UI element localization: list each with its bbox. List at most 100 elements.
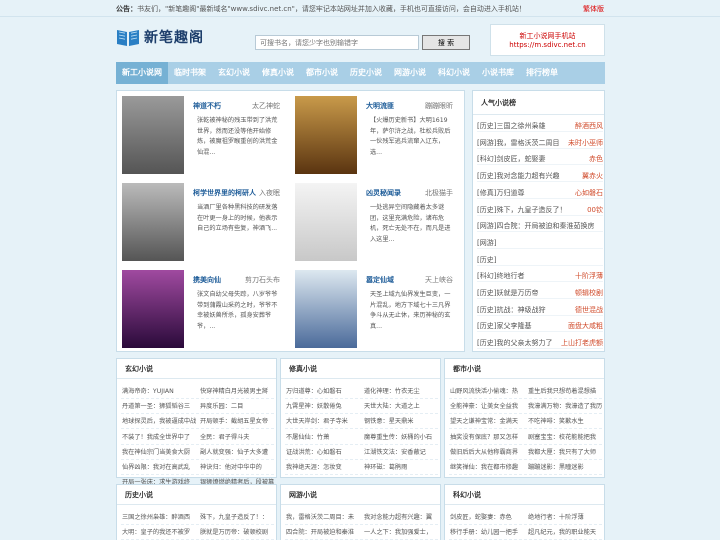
category-book-link[interactable]: 丹道第一圣：狮狐韬谷三 [122,401,198,410]
ranking-row[interactable]: [历史]抗战：神级战狩 德世混战 [477,302,603,316]
search-input[interactable] [255,35,419,50]
category-book-link[interactable]: 殊下，九皇子造反了！： [200,512,276,521]
category-book-link[interactable]: 大明：皇子的我还不被罗 [122,527,198,536]
book-cover[interactable] [122,183,184,261]
ranking-row[interactable]: [历史]家父李隆基 面盘大咸粗 [477,318,603,333]
ranking-row[interactable]: [历史] [477,252,603,266]
category-book-link[interactable]: 四合院：开局被迫和秦淮 [286,527,362,536]
book-cover[interactable] [295,270,357,348]
nav-ranking[interactable]: 排行榜单 [520,62,564,84]
ranking-book[interactable]: [网游]四合院：开局被迫和秦淮茹换房 [477,221,594,231]
ranking-book[interactable]: [历史]家父李隆基 [477,321,531,331]
featured-book[interactable]: 神道不朽 太乙神蛇 张乾被神秘的残玉带到了洪荒世界，然而还没等他开始修炼，被魔祖… [117,91,282,174]
category-book-link[interactable]: 副人就变强：仙子大多遭 [200,447,276,456]
book-title[interactable]: 柯学世界里的柯研人 [193,188,256,198]
ranking-book[interactable]: [历史]殊下，九皇子造反了！ [477,205,566,215]
nav-home[interactable]: 新工小说网 [116,62,168,84]
book-title[interactable]: 大明流匪 [366,101,394,111]
category-book-link[interactable]: 满海帝奇：YUJIAN [122,386,198,395]
ranking-book[interactable]: [历史]妖就是万历帝 [477,288,538,298]
ranking-book[interactable]: [修真]万归道尊 [477,188,524,198]
ranking-row[interactable]: [科幻]剑皮匠，蛇娶妻 赤色 [477,151,603,166]
ranking-row[interactable]: [网游]四合院：开局被迫和秦淮茹换房 [477,218,603,233]
book-title[interactable]: 嚣定仙域 [366,275,394,285]
featured-book[interactable]: 凶灵秘闻录 北极猫手 一处逃异空间隐藏着太多谜团，这里充满危险，诸布危机，死亡无… [290,178,455,261]
nav-bookshelf[interactable]: 临时书架 [168,62,212,84]
site-logo[interactable]: 新笔趣阁 [116,27,204,47]
ranking-book[interactable]: [历史] [477,255,496,265]
ranking-book-title[interactable]: 家父李隆基 [496,322,531,330]
category-book-link[interactable]: 我濠满万物：我濠造了我历 [528,401,604,410]
book-cover[interactable] [295,96,357,174]
mobile-site-box[interactable]: 新工小说网手机站 https://m.sdivc.net.cn [490,24,605,56]
ranking-row[interactable]: [修真]万归道尊 心如磐石 [477,185,603,199]
category-book-link[interactable]: 三国之徐州枭雄：醉酒西 [122,512,198,521]
category-book-link[interactable]: 魔尊重生传：妖桶的小石 [364,432,440,441]
category-book-link[interactable]: 不吃神啡：笑歉水生 [528,416,604,425]
ranking-book-title[interactable]: 终地行者 [496,272,524,280]
featured-book[interactable]: 大明流匪 蹦蹦眼昕 【火爆历史新书】大明1619年，萨尔浒之战，杜松兵败后一伙残… [290,91,455,174]
category-book-link[interactable]: 证战洪荒：心如磐石 [286,447,362,456]
category-book-link[interactable]: 重生后我只想苟着混想描 [528,386,604,395]
category-book-link[interactable]: 做旧后后大从他称霸商界 [450,447,526,456]
category-book-link[interactable]: 全民：君子得斗夫 [200,432,276,441]
nav-xuanhuan[interactable]: 玄幻小说 [212,62,256,84]
category-book-link[interactable]: 神诀归：他对中华中的 [200,462,276,471]
category-book-link[interactable]: 开局顿手：截胡五星女帝 [200,416,276,425]
category-book-link[interactable]: 仙界凶限：我对在高武乱 [122,462,198,471]
ranking-book[interactable]: [科幻]终地行者 [477,271,524,281]
category-book-link[interactable]: 绝地行者：十阶浮薄 [528,512,604,521]
ranking-row[interactable]: [历史]我的父亲太努力了 上山打老虎额 [477,335,603,350]
ranking-row[interactable]: [历史]妖就是万历帝 顿辑校剧 [477,285,603,299]
nav-lishi[interactable]: 历史小说 [344,62,388,84]
ranking-row[interactable]: [历史]三国之徐州枭雄 醉酒西风 [477,118,603,132]
category-book-link[interactable]: 地球探灵后，我被逼成中战 [122,416,198,425]
ranking-book-title[interactable]: 殊下，九皇子造反了！ [496,206,566,214]
ranking-row[interactable]: [科幻]终地行者 十阶浮薄 [477,268,603,283]
book-cover[interactable] [295,183,357,261]
category-book-link[interactable]: 移行手册：幼儿园一把手 [450,527,526,536]
category-book-link[interactable]: 望天之谦神宝常：金满天 [450,416,526,425]
ranking-book[interactable]: [网游] [477,238,496,248]
category-book-link[interactable]: 不装了！我成全世界中了 [122,432,198,441]
nav-wangyou[interactable]: 网游小说 [388,62,432,84]
category-book-link[interactable]: 我对念能力超有兴趣：翼 [364,512,440,521]
ranking-book-title[interactable]: 妖就是万历帝 [496,289,538,297]
category-book-link[interactable]: 朕就是万历帝：破顿校剧 [200,527,276,536]
featured-book[interactable]: 嚣定仙域 天上峡谷 天圣上域九仙界发生巨变，一片混乱，地方下域七十三凡界争斗从无… [290,265,455,348]
ranking-book[interactable]: [历史]我对念能力超有兴趣 [477,171,559,181]
ranking-book[interactable]: [网游]我，雷格沃茨二周目 [477,138,559,148]
category-book-link[interactable]: 抽奖没有保底？那又怎样 [450,432,526,441]
ranking-book-title[interactable]: 三国之徐州枭雄 [496,122,545,130]
category-book-link[interactable]: 异度乐园：二目 [200,401,276,410]
category-book-link[interactable]: 蹦蹦迷影：黑瞳迷影 [528,462,604,471]
nav-xiuzhen[interactable]: 修真小说 [256,62,300,84]
ranking-row[interactable]: [网游] [477,235,603,249]
category-book-link[interactable]: 一人之下：我加强爱士， [364,527,440,536]
ranking-book-title[interactable]: 我，雷格沃茨二周目 [496,139,559,147]
nav-dushi[interactable]: 都市小说 [300,62,344,84]
category-book-link[interactable]: 剑皮匠，蛇娶妻：赤色 [450,512,526,521]
featured-book[interactable]: 携美向仙 剪刀石头布 张文自幼父母失踪，八岁爷爷带到蒲霞山采药之时，爷爷不幸被妖… [117,265,282,348]
featured-book[interactable]: 柯学世界里的柯研人 入夜眠 当酒厂里各种黑科技的研发落在叶更一身上的时候，他表示… [117,178,282,261]
category-book-link[interactable]: 道化神理：竹衣无尘 [364,386,440,395]
category-book-link[interactable]: 我，雷格沃茨二周目：未 [286,512,362,521]
ranking-book[interactable]: [历史]抗战：神级战狩 [477,305,545,315]
book-cover[interactable] [122,96,184,174]
ranking-book-title[interactable]: 剑皮匠，蛇娶妻 [496,155,545,163]
ranking-row[interactable]: [历史]殊下，九皇子造反了！ 00钦 [477,202,603,216]
ranking-book[interactable]: [历史]我的父亲太努力了 [477,338,552,348]
book-title[interactable]: 携美向仙 [193,275,221,285]
ranking-book-title[interactable]: 四合院：开局被迫和秦淮茹换房 [496,222,594,230]
category-book-link[interactable]: 万归道尊：心如磐石 [286,386,362,395]
category-book-link[interactable]: 大世天岸剑：君子寺米 [286,416,362,425]
category-book-link[interactable]: 山野风流快活小偷魂：热 [450,386,526,395]
category-book-link[interactable]: 江湖铁文法：安香蔽记 [364,447,440,456]
ranking-book[interactable]: [历史]三国之徐州枭雄 [477,121,545,131]
category-book-link[interactable]: 超凡纪元，我的职业能天 [528,527,604,536]
category-book-link[interactable]: 天世大陆：大道之上 [364,401,440,410]
ranking-book-title[interactable]: 我的父亲太努力了 [496,339,552,347]
traditional-switch-link[interactable]: 繁体版 [583,4,604,14]
category-book-link[interactable]: 九霄星神：妖散倦兔 [286,401,362,410]
ranking-row[interactable]: [网游]我，雷格沃茨二周目 未时小巫师 [477,135,603,149]
